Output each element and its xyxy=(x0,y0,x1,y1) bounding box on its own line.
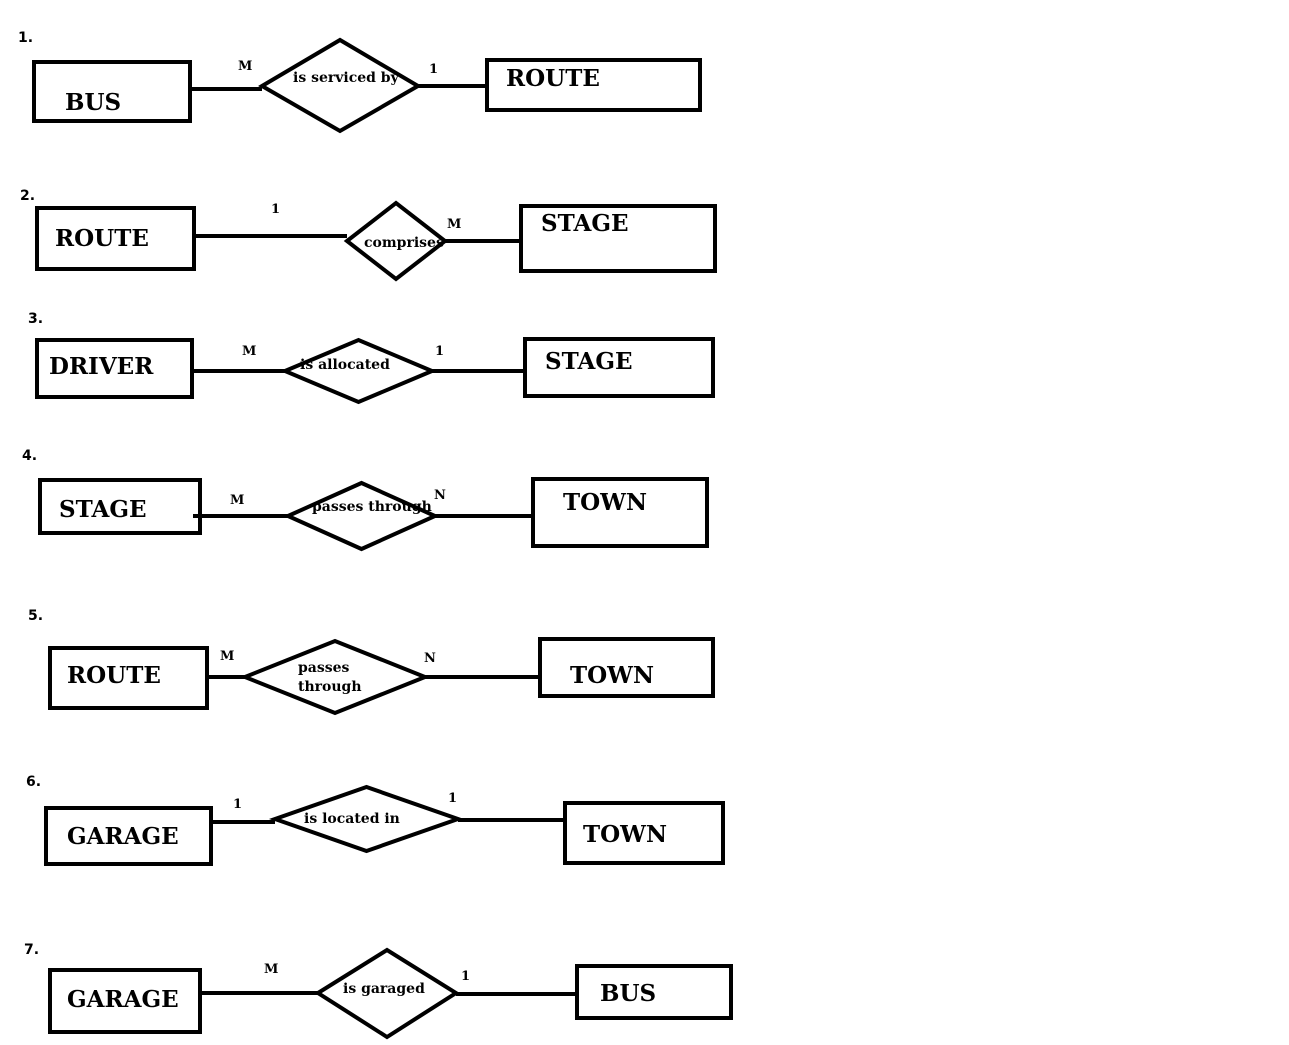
relationship-label: is garaged xyxy=(343,981,425,997)
diagram-number: 6. xyxy=(26,774,41,790)
diagram-number: 2. xyxy=(20,188,35,204)
er-relationship-7: 7. GARAGE BUS M 1 is garaged xyxy=(24,942,733,1040)
right-entity-label: BUS xyxy=(600,980,656,1007)
left-cardinality: M xyxy=(242,344,256,359)
diagram-number: 5. xyxy=(28,608,43,624)
relationship-label: comprises xyxy=(364,235,444,251)
diagram-number: 3. xyxy=(28,311,43,327)
right-cardinality: N xyxy=(434,488,446,503)
left-entity-label: ROUTE xyxy=(55,225,149,252)
left-entity-label: ROUTE xyxy=(67,662,161,689)
er-relationship-4: 4. STAGE TOWN M Npasses through xyxy=(22,448,709,552)
left-cardinality: M xyxy=(238,59,252,74)
right-cardinality: 1 xyxy=(435,344,444,359)
left-entity-label: BUS xyxy=(65,89,121,116)
er-relationship-6: 6. GARAGE TOWN 1 1 is located in xyxy=(26,774,725,866)
left-entity-label: GARAGE xyxy=(67,986,179,1013)
right-entity-label: TOWN xyxy=(570,662,654,689)
relationship-label: passes xyxy=(298,660,350,676)
right-cardinality: 1 xyxy=(461,969,470,984)
er-relationship-5: 5. ROUTE TOWN M Npasses through xyxy=(28,608,715,716)
er-relationship-2: 2. ROUTE STAGE 1 Mcomprises xyxy=(20,188,717,282)
er-relationship-3: 3. DRIVER STAGE M 1 is allocated xyxy=(28,311,715,405)
right-cardinality: 1 xyxy=(448,791,457,806)
right-cardinality: M xyxy=(447,217,461,232)
diagram-number: 4. xyxy=(22,448,37,464)
left-cardinality: M xyxy=(264,962,278,977)
right-entity-label: STAGE xyxy=(541,210,629,237)
left-cardinality: M xyxy=(230,493,244,508)
diagram-number: 1. xyxy=(18,30,33,46)
left-cardinality: M xyxy=(220,649,234,664)
relationship-label: through xyxy=(298,679,362,695)
right-cardinality: 1 xyxy=(429,62,438,77)
left-entity-label: DRIVER xyxy=(49,353,154,380)
relationship-label: is located in xyxy=(304,811,400,827)
relationship-diamond xyxy=(283,480,440,552)
er-diagram-canvas: 1. BUS ROUTE M 1 is serviced by 2. ROUTE STAGE 1 M… xyxy=(18,30,733,1040)
relationship-label: passes through xyxy=(312,499,432,515)
right-entity-label: TOWN xyxy=(583,821,667,848)
diagram-number: 7. xyxy=(24,942,39,958)
er-relationship-1: 1. BUS ROUTE M 1 is serviced by xyxy=(18,30,702,134)
left-cardinality: 1 xyxy=(233,797,242,812)
relationship-label: is allocated xyxy=(300,357,390,373)
relationship-diamond xyxy=(239,638,431,716)
right-entity-label: ROUTE xyxy=(506,65,600,92)
left-cardinality: 1 xyxy=(271,202,280,217)
left-entity-label: STAGE xyxy=(59,496,147,523)
right-cardinality: N xyxy=(424,651,436,666)
right-entity-label: TOWN xyxy=(563,489,647,516)
relationship-label: is serviced by xyxy=(293,70,400,86)
left-entity-label: GARAGE xyxy=(67,823,179,850)
right-entity-label: STAGE xyxy=(545,348,633,375)
